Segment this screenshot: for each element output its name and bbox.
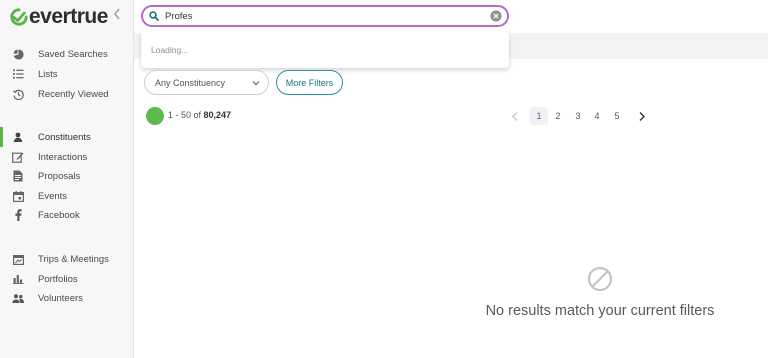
sidebar-item-label: Saved Searches — [38, 48, 108, 60]
constituency-select[interactable]: Any Constituency — [144, 70, 269, 95]
chevron-left-icon — [114, 8, 120, 20]
pie-chart-icon — [12, 48, 24, 60]
trips-icon — [12, 253, 24, 265]
page-2-button[interactable]: 2 — [549, 107, 567, 125]
sidebar-item-trips-meetings[interactable]: Trips & Meetings — [0, 249, 133, 269]
document-icon — [12, 170, 24, 182]
sidebar-item-label: Facebook — [38, 209, 80, 221]
evertrue-logo-icon — [10, 8, 28, 26]
more-filters-button[interactable]: More Filters — [276, 70, 343, 95]
page-1-button[interactable]: 1 — [530, 107, 548, 125]
sidebar-item-label: Events — [38, 190, 68, 202]
evertrue-logo[interactable]: evertrue — [10, 6, 108, 28]
sidebar: evertrue Saved Searches Lists Recently V… — [0, 0, 134, 358]
sidebar-item-label: Recently Viewed — [38, 88, 109, 100]
sidebar-item-interactions[interactable]: Interactions — [0, 147, 133, 167]
page-3-button[interactable]: 3 — [569, 107, 587, 125]
sidebar-item-saved-searches[interactable]: Saved Searches — [0, 44, 133, 64]
calendar-icon — [12, 190, 24, 202]
sidebar-item-label: Trips & Meetings — [38, 253, 109, 265]
sidebar-item-label: Constituents — [38, 131, 91, 143]
sidebar-item-constituents[interactable]: Constituents — [0, 127, 133, 147]
page-5-button[interactable]: 5 — [608, 107, 626, 125]
group-icon — [12, 292, 24, 304]
search-suggestions-dropdown: Loading... — [141, 31, 509, 68]
sidebar-item-proposals[interactable]: Proposals — [0, 166, 133, 186]
results-total: 80,247 — [203, 110, 232, 120]
page-4-button[interactable]: 4 — [588, 107, 606, 125]
active-indicator — [0, 127, 3, 147]
chevron-down-icon — [252, 81, 260, 86]
global-search[interactable] — [141, 5, 509, 27]
sidebar-item-label: Proposals — [38, 170, 81, 182]
chevron-right-icon — [639, 111, 645, 121]
sidebar-item-label: Interactions — [38, 151, 88, 163]
chevron-left-icon — [512, 111, 518, 121]
sidebar-item-label: Lists — [38, 68, 58, 80]
logo-wordmark: evertrue — [29, 5, 108, 28]
person-icon — [12, 131, 24, 143]
results-count: 1 - 50 of 80,247 — [168, 110, 231, 120]
sidebar-item-volunteers[interactable]: Volunteers — [0, 288, 133, 308]
sidebar-item-label: Portfolios — [38, 273, 78, 285]
search-input[interactable] — [165, 9, 465, 23]
loading-text: Loading... — [151, 45, 189, 55]
sidebar-item-facebook[interactable]: Facebook — [0, 205, 133, 225]
collapse-sidebar-button[interactable] — [113, 8, 123, 22]
prohibited-icon — [587, 266, 613, 292]
select-all-toggle[interactable] — [146, 107, 164, 125]
previous-page-button[interactable] — [509, 107, 521, 125]
facebook-icon — [12, 209, 24, 221]
sidebar-item-events[interactable]: Events — [0, 186, 133, 206]
sidebar-item-lists[interactable]: Lists — [0, 64, 133, 84]
clear-search-icon[interactable] — [490, 10, 502, 22]
list-icon — [12, 68, 24, 80]
history-icon — [12, 88, 24, 100]
sidebar-item-recently-viewed[interactable]: Recently Viewed — [0, 84, 133, 104]
results-range: 1 - 50 of — [168, 110, 204, 120]
empty-state-message: No results match your current filters — [485, 303, 715, 319]
sidebar-item-label: Volunteers — [38, 292, 83, 304]
bar-chart-icon — [12, 273, 24, 285]
sidebar-item-portfolios[interactable]: Portfolios — [0, 269, 133, 289]
next-page-button[interactable] — [636, 107, 648, 125]
search-icon — [149, 11, 159, 21]
constituency-value: Any Constituency — [155, 78, 226, 88]
edit-icon — [12, 151, 24, 163]
